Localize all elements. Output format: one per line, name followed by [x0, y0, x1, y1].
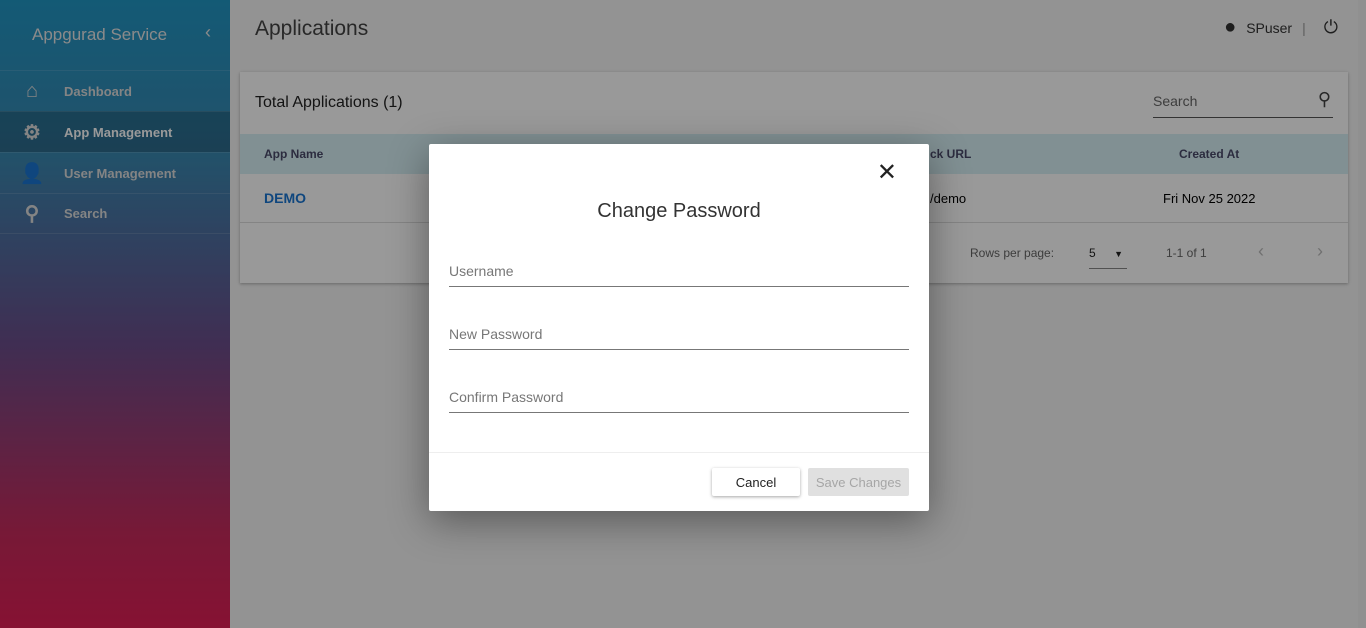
new-password-field[interactable]: New Password	[449, 318, 909, 350]
change-password-dialog: ✕ Change Password Username New Password …	[429, 144, 929, 511]
confirm-password-placeholder: Confirm Password	[449, 389, 564, 405]
save-changes-button[interactable]: Save Changes	[808, 468, 909, 496]
cancel-button[interactable]: Cancel	[712, 468, 800, 496]
dialog-footer-divider	[429, 452, 929, 453]
new-password-placeholder: New Password	[449, 326, 543, 342]
dialog-title: Change Password	[597, 200, 761, 222]
username-field[interactable]: Username	[449, 255, 909, 287]
close-icon[interactable]: ✕	[877, 158, 897, 187]
username-placeholder: Username	[449, 263, 514, 279]
confirm-password-field[interactable]: Confirm Password	[449, 381, 909, 413]
